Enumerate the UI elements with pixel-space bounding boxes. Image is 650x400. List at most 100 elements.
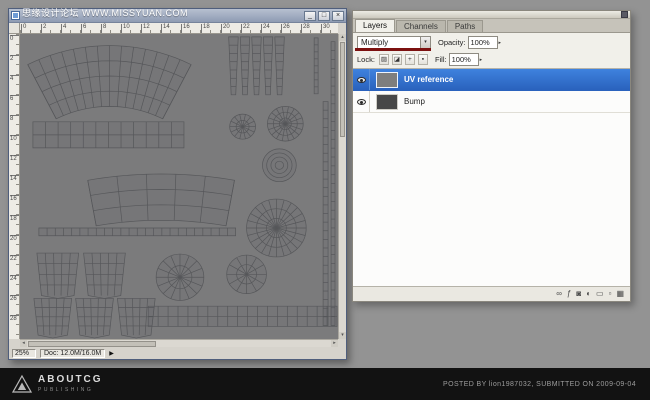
ruler-ticks — [20, 30, 338, 33]
doc-size-info[interactable]: Doc: 12.0M/16.0M — [40, 349, 105, 358]
panel-menu-button[interactable] — [621, 11, 628, 18]
opacity-slider-arrow-icon[interactable]: ▸ — [499, 40, 502, 46]
scroll-up-icon[interactable]: ▴ — [339, 34, 346, 41]
uv-shape — [252, 37, 262, 95]
document-window: _□× 024681012141618202224262830 02468101… — [8, 8, 347, 360]
ruler-mark: 22 — [10, 255, 19, 262]
lock-icons: ▨◪+▪ — [379, 54, 428, 65]
ruler-mark: 12 — [141, 24, 150, 34]
uv-shape — [37, 253, 79, 298]
status-bar: 25% Doc: 12.0M/16.0M ▶ — [9, 347, 346, 359]
ruler-mark: 6 — [10, 95, 19, 102]
ruler-mark: 2 — [41, 24, 46, 34]
ruler-mark: 12 — [10, 155, 19, 162]
ruler-mark: 26 — [10, 295, 19, 302]
layer-thumbnail[interactable] — [376, 94, 398, 110]
visibility-toggle[interactable] — [353, 69, 370, 90]
status-menu-arrow-icon[interactable]: ▶ — [109, 350, 114, 357]
restore-button[interactable]: □ — [318, 11, 330, 21]
ruler-mark: 20 — [10, 235, 19, 242]
uv-shape — [263, 37, 273, 95]
scroll-left-icon[interactable]: ◂ — [20, 340, 27, 347]
ruler-mark: 16 — [10, 195, 19, 202]
layer-mask-icon[interactable]: ◙ — [576, 290, 581, 298]
ruler-mark: 28 — [301, 24, 310, 34]
aboutcg-logo-icon — [12, 374, 32, 394]
chevron-down-icon[interactable]: ▾ — [420, 37, 430, 48]
document-icon — [11, 11, 20, 20]
delete-layer-icon[interactable]: ▦ — [616, 290, 624, 298]
layer-row[interactable]: Bump — [353, 91, 630, 113]
uv-shape — [76, 298, 114, 338]
window-buttons: _□× — [304, 11, 344, 21]
uv-shape — [240, 37, 250, 95]
uv-shape — [262, 149, 296, 182]
tab-channels[interactable]: Channels — [396, 20, 446, 32]
fill-field[interactable]: 100% — [449, 53, 479, 66]
uv-canvas-svg — [20, 34, 338, 339]
adjustment-layer-icon[interactable]: ◐ — [586, 290, 591, 298]
tab-paths[interactable]: Paths — [447, 20, 483, 32]
vertical-ruler[interactable]: 0246810121416182022242628 — [9, 34, 20, 339]
fill-slider-arrow-icon[interactable]: ▸ — [480, 57, 483, 63]
lock-label: Lock: — [357, 55, 375, 64]
new-layer-icon[interactable]: ▫ — [609, 290, 612, 298]
link-layers-icon[interactable]: ∞ — [556, 290, 562, 298]
ruler-mark: 14 — [161, 24, 170, 34]
ruler-mark: 22 — [241, 24, 250, 34]
brand-title: ABOUTCG — [38, 375, 103, 385]
fill-label: Fill: — [435, 55, 447, 64]
panel-tab-row: LayersChannelsPaths — [353, 19, 630, 33]
ruler-mark: 18 — [201, 24, 210, 34]
uv-shape — [229, 37, 239, 95]
uv-shape — [34, 298, 72, 338]
panel-header[interactable] — [353, 11, 630, 19]
ruler-mark: 0 — [10, 35, 19, 42]
uv-shape — [84, 253, 126, 298]
ruler-mark: 16 — [181, 24, 190, 34]
ruler-mark: 24 — [10, 275, 19, 282]
eye-icon — [357, 77, 366, 83]
panel-footer-icons: ∞ ƒ ◙ ◐ ▭ ▫ ▦ — [353, 286, 630, 301]
zoom-level-field[interactable]: 25% — [12, 349, 36, 358]
tab-layers[interactable]: Layers — [355, 19, 395, 32]
vertical-scroll-thumb[interactable] — [340, 42, 345, 137]
ruler-mark: 2 — [10, 55, 19, 62]
layer-row[interactable]: UV reference — [353, 69, 630, 91]
minimize-button[interactable]: _ — [304, 11, 316, 21]
panel-controls: Multiply ▾ Opacity: 100% ▸ Lock: ▨◪+▪ Fi… — [353, 33, 630, 69]
lock-all-icon[interactable]: ▪ — [418, 54, 428, 65]
ruler-mark: 24 — [261, 24, 270, 34]
scroll-down-icon[interactable]: ▾ — [339, 332, 346, 339]
ruler-mark: 4 — [10, 75, 19, 82]
brand-block: ABOUTCG PUBLISHING — [38, 375, 103, 393]
layer-name: Bump — [404, 97, 425, 106]
lock-transparency-icon[interactable]: ▨ — [379, 54, 389, 65]
ruler-corner — [9, 23, 20, 34]
layer-style-icon[interactable]: ƒ — [567, 290, 571, 298]
ruler-mark: 8 — [101, 24, 106, 34]
ruler-mark: 10 — [121, 24, 130, 34]
visibility-toggle[interactable] — [353, 91, 370, 112]
lock-pixels-icon[interactable]: ◪ — [392, 54, 402, 65]
close-button[interactable]: × — [332, 11, 344, 21]
ruler-mark: 4 — [61, 24, 66, 34]
horizontal-scrollbar[interactable]: ◂ ▸ — [20, 339, 338, 347]
annotation-underline — [355, 48, 431, 51]
ruler-mark: 14 — [10, 175, 19, 182]
layer-thumbnail[interactable] — [376, 72, 398, 88]
ruler-mark: 26 — [281, 24, 290, 34]
ruler-mark: 8 — [10, 115, 19, 122]
ruler-mark: 20 — [221, 24, 230, 34]
post-credit: POSTED BY lion1987032, SUBMITTED ON 2009… — [443, 381, 636, 388]
vertical-scrollbar[interactable]: ▴ ▾ — [338, 34, 346, 339]
document-canvas[interactable] — [20, 34, 338, 339]
ruler-mark: 28 — [10, 315, 19, 322]
lock-position-icon[interactable]: + — [405, 54, 415, 65]
layer-group-icon[interactable]: ▭ — [596, 290, 604, 298]
uv-shape — [275, 37, 285, 95]
scroll-right-icon[interactable]: ▸ — [331, 340, 338, 347]
opacity-field[interactable]: 100% — [468, 36, 498, 49]
horizontal-ruler[interactable]: 024681012141618202224262830 — [20, 23, 338, 34]
ruler-mark: 10 — [10, 135, 19, 142]
